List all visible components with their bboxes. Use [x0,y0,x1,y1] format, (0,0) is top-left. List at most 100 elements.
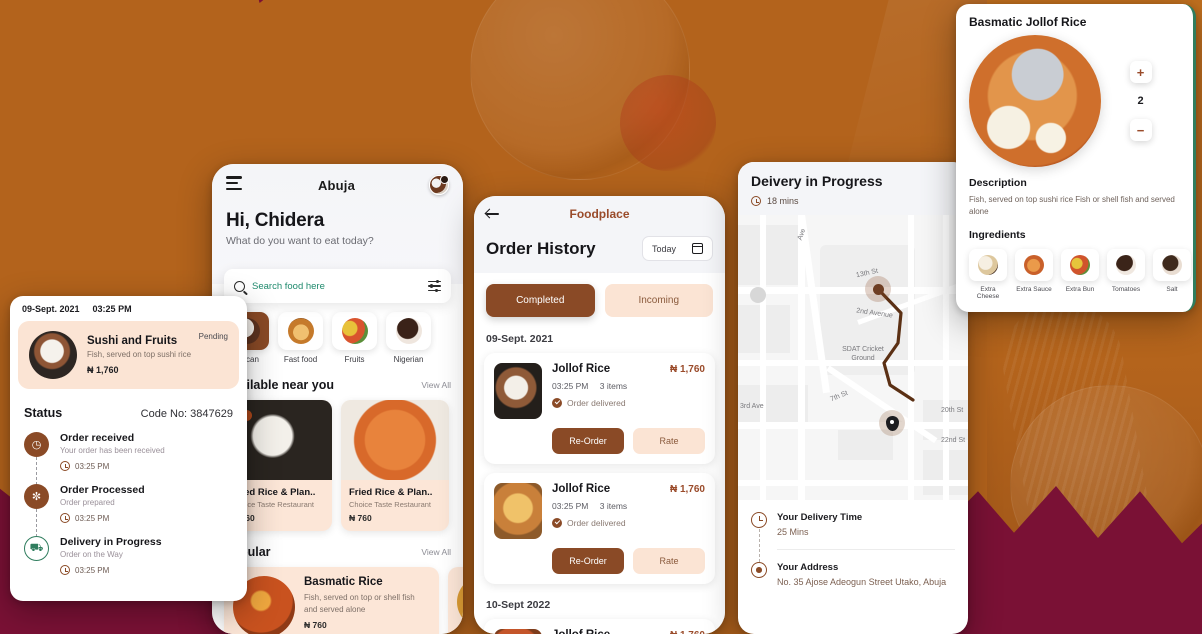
reorder-button[interactable]: Re-Order [552,428,624,454]
date-filter-dropdown[interactable]: Today [641,236,713,261]
delivery-info: Your Delivery Time 25 Mins Your Address … [738,500,968,599]
reorder-button[interactable]: Re-Order [552,548,624,574]
hamburger-menu-icon[interactable] [226,176,244,193]
ingredient-label: Tomatoes [1111,285,1141,293]
order-card[interactable]: Jollof Rice ₦ 1,760 03:25 PM 3 items [484,619,715,634]
order-price: ₦ 1,760 [669,364,705,375]
view-all-link[interactable]: View All [421,380,451,390]
food-card[interactable]: Fried Rice & Plan.. Choice Taste Restaur… [341,400,449,531]
description-label: Description [969,177,1027,189]
date-filter-label: Today [651,243,676,254]
food-name: Jollof Rice [552,629,610,634]
order-card-top: Jollof Rice ₦ 1,760 03:25 PM 3 items Ord… [494,483,705,539]
order-card[interactable]: Jollof Rice ₦ 1,760 03:25 PM 3 items Ord… [484,473,715,584]
product-detail-panel: Basmatic Jollof Rice + 2 − Description F… [956,4,1196,312]
info-value: 25 Mins [777,527,809,537]
product-image [969,35,1101,167]
step-time: 03:25 PM [75,461,110,471]
order-time: 03:25 PM [552,381,589,391]
order-price: ₦ 1,760 [669,484,705,495]
category-row: African Fast food Fruits Nigerian [212,312,463,364]
category-label: Fruits [344,355,365,364]
ingredient-item[interactable]: Extra Sauce [1015,248,1053,300]
rate-button[interactable]: Rate [633,548,705,574]
salt-icon [1153,248,1191,281]
food-price: ₦ 760 [304,620,327,631]
rate-button[interactable]: Rate [633,428,705,454]
status-datetime: 09-Sept. 2021 03:25 PM [10,296,247,321]
tab-completed[interactable]: Completed [486,284,595,317]
popular-card[interactable]: Basmatic Rice Fish, served on top or she… [224,567,439,634]
minus-icon[interactable]: − [1129,119,1152,141]
clock-icon [751,196,761,206]
check-icon [552,518,562,528]
back-arrow-icon[interactable] [484,207,500,221]
bun-icon [1061,248,1099,281]
tab-incoming[interactable]: Incoming [604,284,713,317]
ingredient-item[interactable]: Salt [1153,248,1191,300]
order-time: 03:25 PM [552,501,589,511]
origin-marker[interactable] [865,276,891,302]
brand-title: Foodplace [569,207,630,221]
order-meta: 03:25 PM 3 items [552,381,705,391]
order-history-title-row: Order History Today [486,236,713,261]
order-card-top: Jollof Rice ₦ 1,760 03:25 PM 3 items [494,629,705,634]
quantity-value: 2 [1137,95,1144,107]
fruits-icon [332,312,377,350]
order-status: Order delivered [567,398,626,408]
filter-sliders-icon[interactable] [428,279,441,293]
order-items: 3 items [599,501,628,511]
background-tomato [620,75,716,171]
restaurant-name: Choice Taste Restaurant [349,500,431,509]
order-name-row: Jollof Rice ₦ 1,760 [552,483,705,495]
timeline-step: ✼ Order Processed Order prepared 03:25 P… [24,484,247,537]
step-time: 03:25 PM [75,565,110,575]
home-body: African Fast food Fruits Nigerian Availa… [212,284,463,634]
order-items: 3 items [599,381,628,391]
food-price: ₦ 760 [349,513,372,523]
ingredient-item[interactable]: Tomatoes [1107,248,1145,300]
delivery-time-item: Your Delivery Time 25 Mins [751,512,955,562]
food-name: Sushi and Fruits [87,335,178,347]
food-name: Fried Rice & Plan.. [349,487,433,498]
food-image [341,400,449,480]
destination-marker[interactable] [879,410,905,436]
order-date-group: 10-Sept 2022 [474,593,725,619]
fast-food-icon [278,312,323,350]
delivery-eta-row: 18 mins [751,196,955,206]
food-image [494,483,542,539]
calendar-icon [691,243,704,254]
avatar[interactable] [429,175,449,195]
search-bar[interactable]: Search food here [224,269,451,303]
step-title: Order received [60,432,135,444]
category-fast-food[interactable]: Fast food [278,312,323,364]
status-timeline: ◷ Order received Your order has been rec… [10,426,247,588]
product-description: Fish, served on top sushi rice Fish or s… [969,195,1175,217]
delivery-map[interactable]: Ave 2nd Avenue 13th St SDAT Cricket Grou… [738,215,968,500]
category-fruits[interactable]: Fruits [332,312,377,364]
nigerian-food-icon [386,312,431,350]
food-name: Basmatic Rice [304,576,383,588]
product-hero: + 2 − [956,29,1193,167]
order-code: Code No: 3847629 [140,408,233,420]
food-description: Fish, served on top sushi rice [87,350,192,359]
cooking-icon: ✼ [24,484,49,509]
nav-bar: Foodplace [484,205,713,223]
timeline-step: ◷ Order received Your order has been rec… [24,432,247,485]
order-status: Order delivered [567,518,626,528]
view-all-link[interactable]: View All [421,547,451,557]
delivery-header: Deivery in Progress 18 mins [738,162,968,215]
plus-icon[interactable]: + [1129,61,1152,83]
ingredient-item[interactable]: Extra Bun [1061,248,1099,300]
quantity-stepper: + 2 − [1101,61,1180,141]
search-input[interactable]: Search food here [252,281,421,292]
order-card[interactable]: Jollof Rice ₦ 1,760 03:25 PM 3 items Ord… [484,353,715,464]
food-description: Fish, served on top or shell fish and se… [304,593,415,614]
category-nigerian[interactable]: Nigerian [386,312,431,364]
step-title: Order Processed [60,484,145,496]
ingredient-item[interactable]: Extra Cheese [969,248,1007,300]
near-you-header: Available near you View All [212,364,463,400]
order-meta: 03:25 PM 3 items [552,501,705,511]
status-time: 03:25 PM [92,304,132,314]
food-image [494,629,542,634]
